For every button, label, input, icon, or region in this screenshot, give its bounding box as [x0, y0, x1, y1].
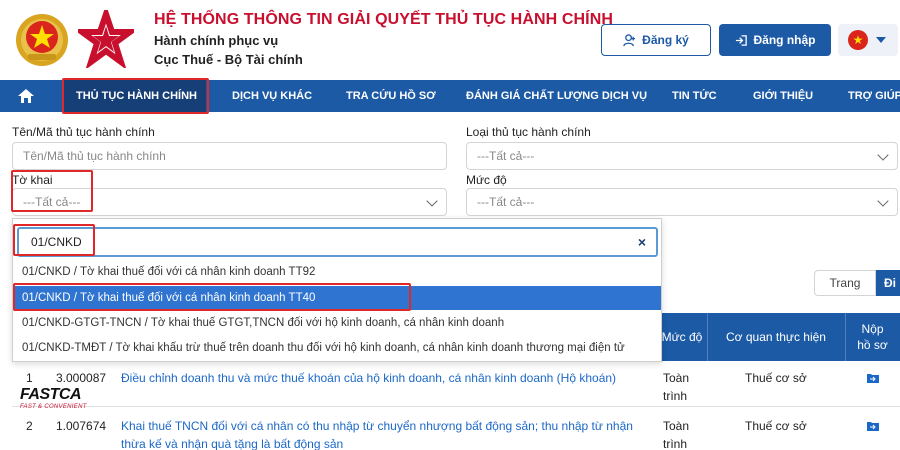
- highlight-selected-option: [13, 283, 411, 311]
- register-label: Đăng ký: [642, 33, 689, 47]
- highlight-search-box: [13, 224, 95, 256]
- level-value: ---Tất cả---: [477, 195, 535, 209]
- tax-department-logo-icon: [78, 10, 134, 68]
- fastca-brand: FASTCA: [20, 386, 82, 403]
- folder-submit-icon[interactable]: [867, 373, 879, 383]
- page-root: HỆ THỐNG THÔNG TIN GIẢI QUYẾT THỦ TỤC HÀ…: [0, 0, 900, 450]
- user-add-icon: [623, 33, 636, 46]
- nav-item-danh-gia[interactable]: ĐÁNH GIÁ CHẤT LƯỢNG DỊCH VỤ: [466, 80, 647, 112]
- register-button[interactable]: Đăng ký: [601, 24, 711, 56]
- login-button[interactable]: Đăng nhập: [719, 24, 831, 56]
- header-submit: Nộp hồ sơ: [857, 322, 888, 352]
- header-agency: Cơ quan thực hiện: [726, 330, 826, 344]
- procedure-type-value: ---Tất cả---: [477, 149, 535, 163]
- row-agency: Thuế cơ sở: [745, 371, 807, 385]
- procedure-type-select[interactable]: ---Tất cả---: [466, 142, 898, 170]
- national-emblem-icon: [16, 14, 68, 66]
- login-label: Đăng nhập: [753, 33, 816, 47]
- row-index: 2: [26, 419, 33, 433]
- login-icon: [735, 34, 747, 46]
- level-select[interactable]: ---Tất cả---: [466, 188, 898, 216]
- dropdown-option[interactable]: 01/CNKD-GTGT-TNCN / Tờ khai thuế GTGT,TN…: [13, 311, 661, 335]
- site-subtitle: Hành chính phục vụ: [154, 33, 279, 48]
- dropdown-option[interactable]: 01/CNKD / Tờ khai thuế đối với cá nhân k…: [13, 260, 661, 284]
- row-agency: Thuế cơ sở: [745, 419, 807, 433]
- vietnam-flag-icon: ★: [848, 30, 868, 50]
- nav-home[interactable]: [14, 86, 38, 106]
- chevron-down-icon: [876, 37, 886, 43]
- home-icon: [18, 89, 34, 103]
- highlight-declaration-box: [11, 170, 93, 212]
- nav-item-dich-vu[interactable]: DỊCH VỤ KHÁC: [232, 80, 312, 112]
- level-label: Mức độ: [466, 173, 507, 187]
- language-selector[interactable]: ★: [838, 24, 898, 56]
- nav-item-tro-giup[interactable]: TRỢ GIÚP: [848, 80, 900, 112]
- header-level: Mức độ: [661, 330, 703, 344]
- chevron-down-icon: [877, 195, 889, 207]
- procedure-type-label: Loại thủ tục hành chính: [466, 125, 591, 139]
- row-procedure-link[interactable]: Điều chỉnh doanh thu và mức thuế khoán c…: [121, 369, 641, 387]
- procedure-name-input[interactable]: Tên/Mã thủ tục hành chính: [12, 142, 447, 170]
- nav-item-tin-tuc[interactable]: TIN TỨC: [672, 80, 717, 112]
- row-code: 1.007674: [56, 419, 107, 433]
- dropdown-option[interactable]: 01/CNKD-TMĐT / Tờ khai khấu trừ thuế trê…: [13, 336, 661, 360]
- site-agency: Cục Thuế - Bộ Tài chính: [154, 52, 303, 67]
- row-code: 3.000087: [56, 371, 107, 385]
- nav-item-tra-cuu[interactable]: TRA CỨU HỒ SƠ: [346, 80, 436, 112]
- row-level: Toàn trình: [663, 419, 690, 450]
- row-procedure-link[interactable]: Khai thuế TNCN đối với cá nhân có thu nh…: [121, 417, 646, 450]
- chevron-down-icon: [426, 195, 438, 207]
- site-title: HỆ THỐNG THÔNG TIN GIẢI QUYẾT THỦ TỤC HÀ…: [154, 11, 614, 28]
- site-header: HỆ THỐNG THÔNG TIN GIẢI QUYẾT THỦ TỤC HÀ…: [0, 0, 900, 80]
- page-number-input[interactable]: Trang: [814, 270, 876, 296]
- folder-submit-icon[interactable]: [867, 421, 879, 431]
- procedure-name-label: Tên/Mã thủ tục hành chính: [12, 125, 155, 139]
- chevron-down-icon: [877, 149, 889, 161]
- dropdown-search-input[interactable]: 01/CNKD ×: [17, 227, 658, 257]
- row-level: Toàn trình: [663, 371, 690, 403]
- highlight-nav-box: [62, 78, 209, 114]
- close-icon[interactable]: ×: [638, 233, 646, 251]
- row-index: 1: [26, 371, 33, 385]
- nav-item-gioi-thieu[interactable]: GIỚI THIỆU: [753, 80, 813, 112]
- go-page-button[interactable]: Đi: [876, 270, 900, 296]
